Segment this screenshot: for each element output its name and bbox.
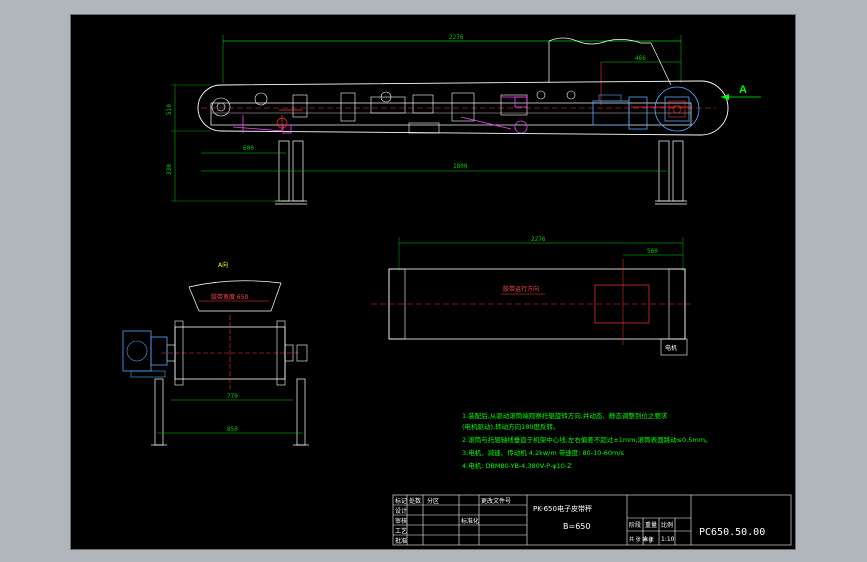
tb-drawing-code: PC650.50.00 [699,527,765,538]
tb-row-process: 工艺 [395,527,407,535]
note-4: 3.电机、减速、传动机 4.2kw/m 带速度: 80-10-60m/s [462,448,625,457]
tb-weight-label: 重量 [645,521,657,529]
side-view: 2276 466 1800 600 510 330 A [166,34,761,205]
tb-col-4: 更改文件号 [481,497,511,505]
tb-row-standard: 标准化 [461,517,479,525]
dim-left-small: 600 [243,145,254,152]
end-view-title: A向 [218,261,228,269]
plan-motor-label: 电机 [665,344,677,352]
dim-height-lower: 330 [166,164,173,175]
dim-total-length: 2276 [449,34,464,41]
tb-row-approve: 批准 [395,537,407,545]
tb-product-name: PK-650电子皮带秤 [533,504,592,513]
tb-scale-value: 1:10 [661,536,675,543]
end-view-dim-outer: 850 [227,426,238,433]
plan-direction-label: 胶带运行方向 [503,285,539,293]
note-5: 4.电机: DBM80-YB-4,380V-P-φ10-Z [462,461,572,470]
tb-col-2: 处数 [409,497,421,505]
tb-col-3: 分区 [427,497,439,505]
end-view: A向 胶带宽度 650 770 850 [122,261,309,446]
tb-col-1: 标记 [395,497,407,505]
plan-dim-motor: 560 [647,248,658,255]
drawing-sheet: 2276 466 1800 600 510 330 A A向 胶带宽度 650 … [70,14,796,550]
cad-drawing: 2276 466 1800 600 510 330 A A向 胶带宽度 650 … [122,34,792,546]
dim-leg-spacing: 1800 [453,163,468,170]
end-view-belt-label: 胶带宽度 650 [211,293,249,301]
tb-scale-label: 比例 [661,521,673,529]
tb-stage-label: 阶段 [629,521,641,529]
note-1: 1.装配后,从驱动滚筒端观察托辊旋转方向,并动态、静态调整到位之要求 [462,411,668,420]
tb-product-spec: B=650 [563,522,590,531]
dim-motor-offset: 466 [635,55,646,62]
plan-dim-total: 2276 [531,236,546,243]
plan-view: 2276 560 胶带运行方向 电机 [371,236,691,356]
tb-sheet-label: 共 张 第 张 [629,536,654,543]
technical-notes: 1.装配后,从驱动滚筒端观察托辊旋转方向,并动态、静态调整到位之要求 (电机驱动… [462,411,712,470]
end-view-dim-inner: 770 [227,393,238,400]
title-block-text: 标记 处数 分区 更改文件号 设计 审核 工艺 批准 标准化 PK-650电子皮… [395,497,765,545]
section-marker-a: A [739,84,747,96]
dim-height-upper: 510 [166,104,173,115]
tb-row-review: 审核 [395,517,407,525]
note-3: 2.滚筒与托辊轴线垂直于机架中心线,左右偏差不超过±1mm,滚筒表面跳动≤0.5… [462,435,712,444]
note-2: (电机驱动),转动方向180度反转。 [462,422,560,431]
tb-row-design: 设计 [395,507,407,515]
